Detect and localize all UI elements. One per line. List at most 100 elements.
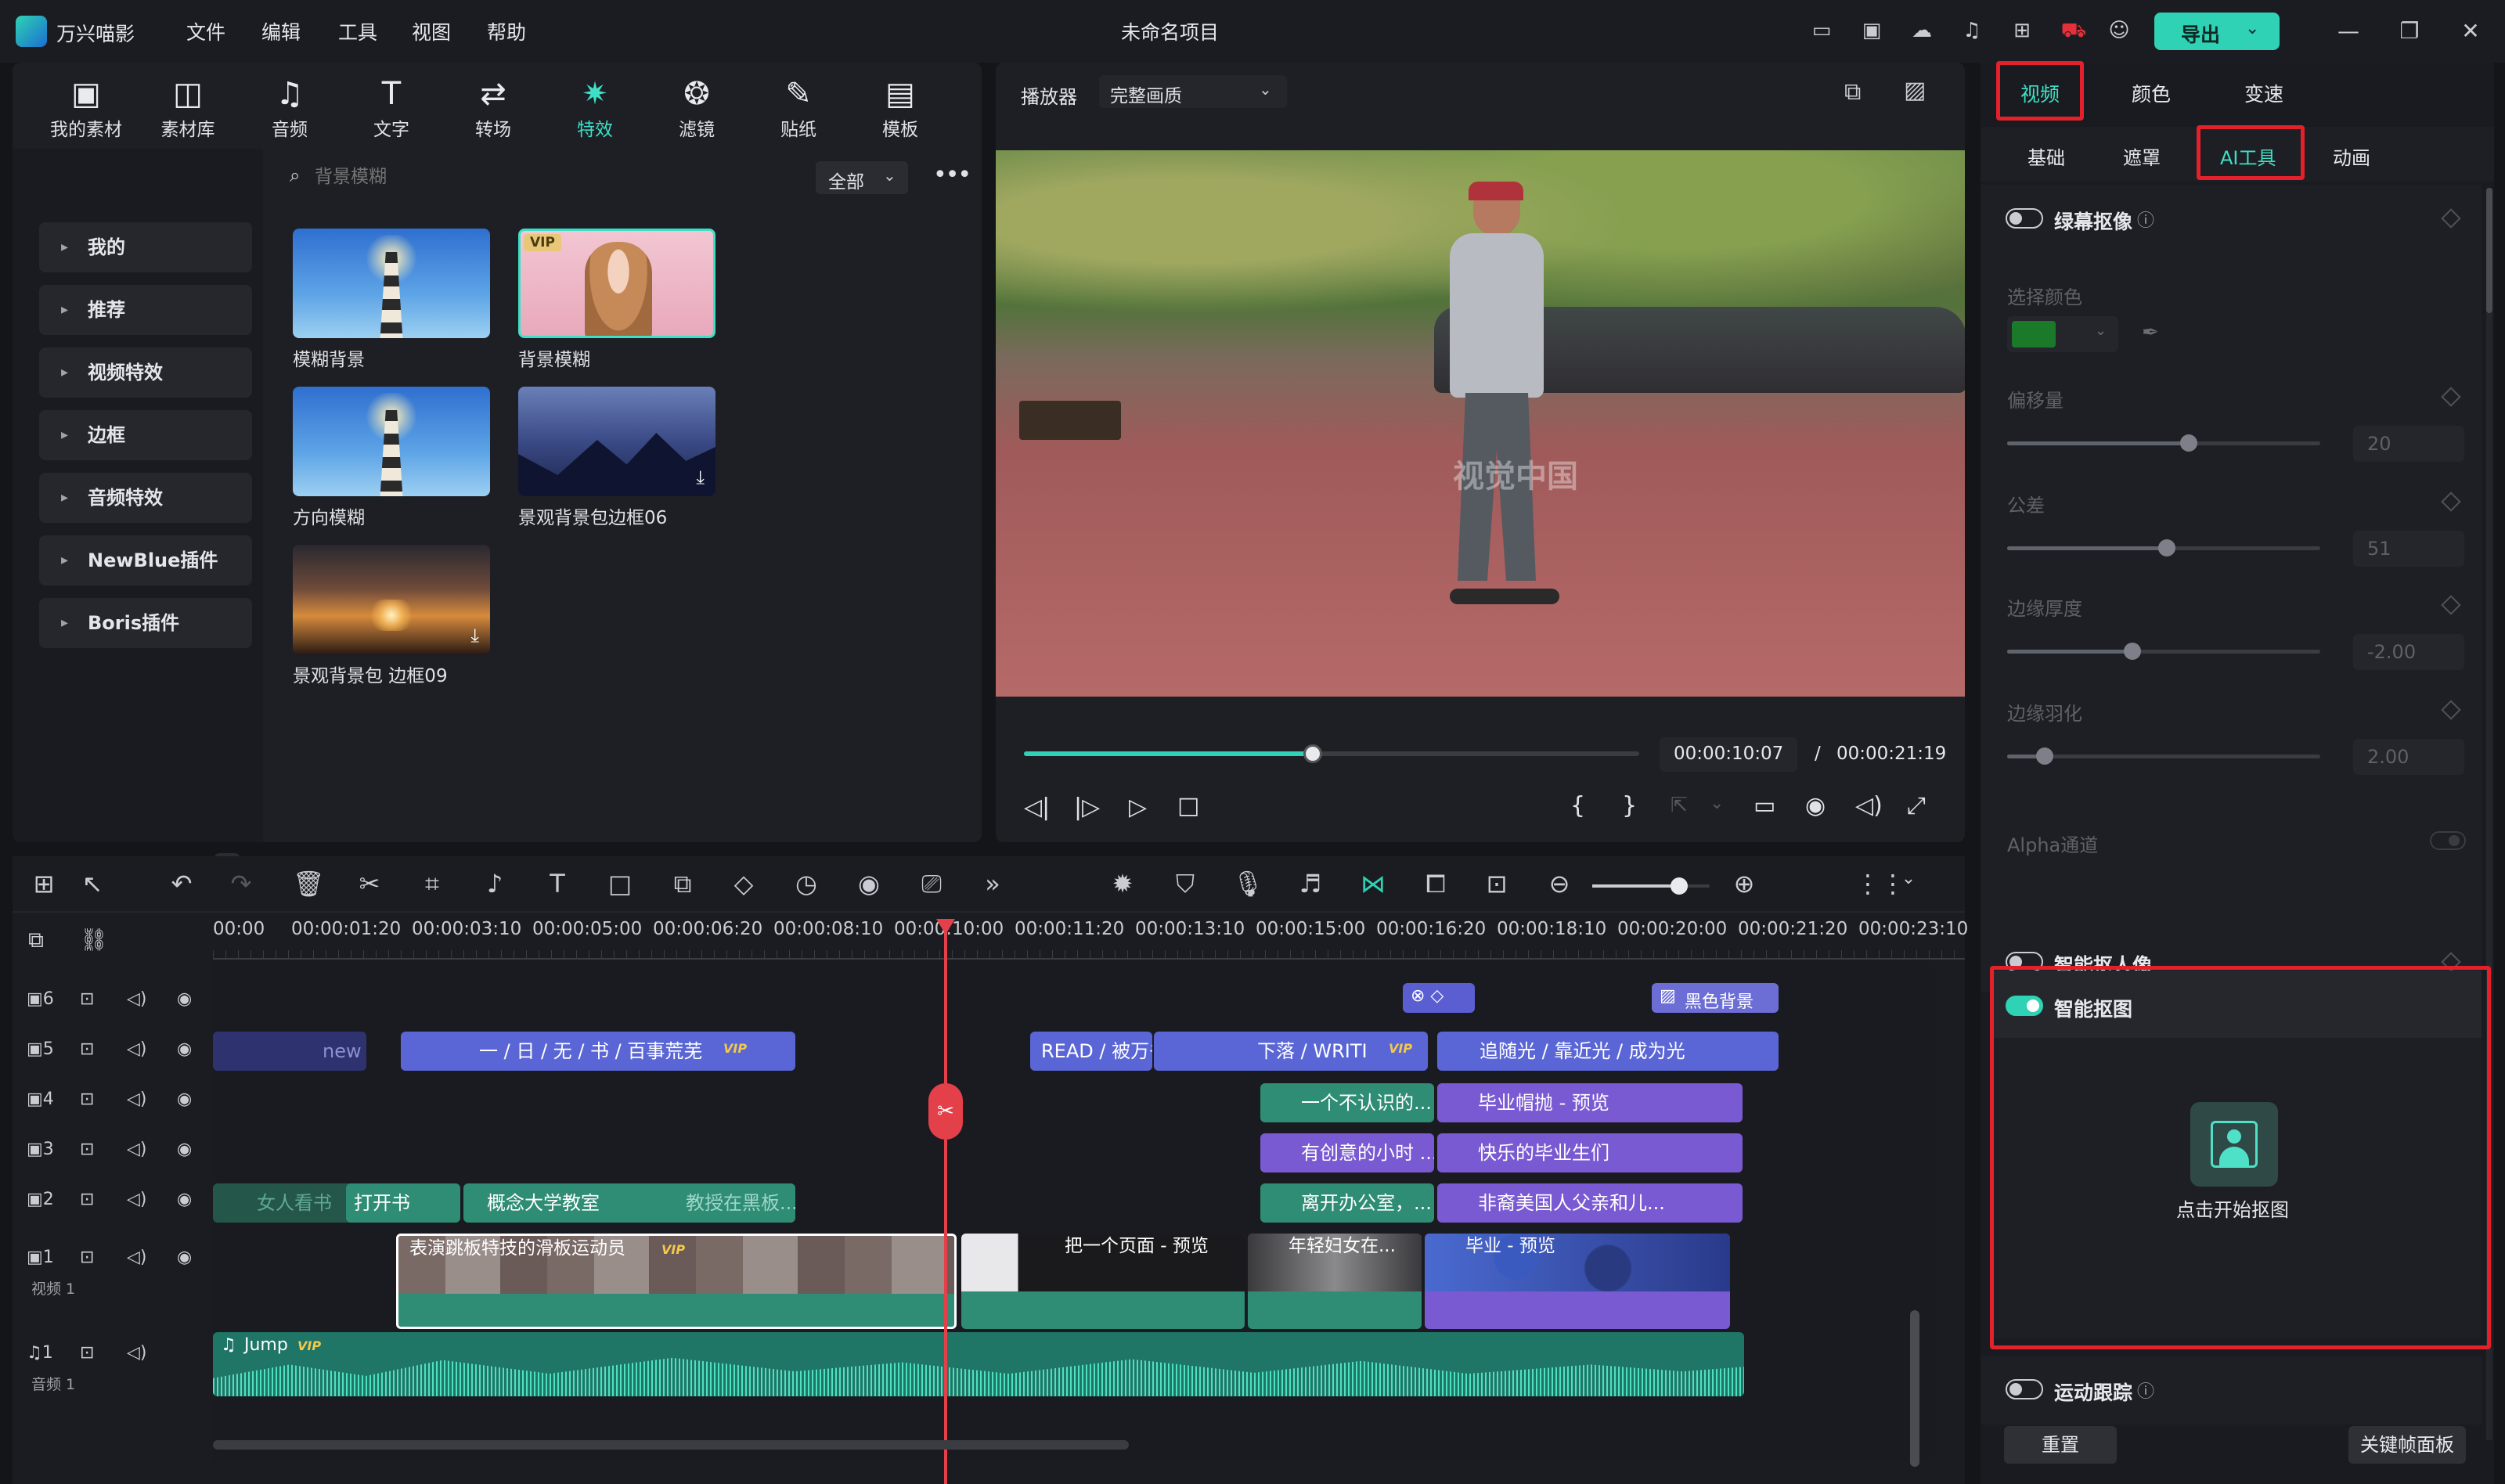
screen-icon[interactable]: ⎚	[916, 869, 947, 899]
volume-icon[interactable]: ◁)	[127, 989, 147, 1009]
play-icon[interactable]: ▷	[1129, 794, 1147, 821]
tab-text[interactable]: T 文字	[344, 77, 438, 141]
tab-stock-media[interactable]: ◫ 素材库	[141, 77, 235, 141]
tab-stickers[interactable]: ✎ 贴纸	[752, 77, 845, 141]
tolerance-slider[interactable]	[2007, 539, 2320, 556]
category-mine[interactable]: 我的	[39, 222, 252, 272]
marker-icon[interactable]: ⛉	[1170, 869, 1201, 899]
vertical-scrollbar[interactable]	[1910, 1310, 1919, 1467]
menu-edit[interactable]: 编辑	[261, 17, 301, 45]
offset-value[interactable]: 20	[2353, 426, 2464, 462]
tab-transitions[interactable]: ⇄ 转场	[446, 77, 540, 141]
clip-skateboarder-main[interactable]: 表演跳板特技的滑板运动员 VIP	[396, 1234, 957, 1329]
menu-tools[interactable]: 工具	[338, 17, 377, 45]
reset-button[interactable]: 重置	[2004, 1426, 2117, 1464]
clip-graduation[interactable]: 毕业 - 预览	[1425, 1234, 1730, 1329]
clip-black-background[interactable]: ▨ 黑色背景	[1652, 983, 1779, 1013]
effect-thumb-directional-blur[interactable]	[293, 387, 490, 496]
lock-icon[interactable]: ⊡	[80, 1248, 94, 1267]
quality-dropdown[interactable]: 完整画质 ⌄	[1099, 75, 1287, 108]
undo-icon[interactable]: ↶	[166, 869, 197, 899]
prev-frame-icon[interactable]: ◁|	[1024, 794, 1050, 821]
camera-icon[interactable]: ◉	[1805, 792, 1826, 819]
save-icon[interactable]: ▣	[1858, 17, 1885, 44]
effect-thumb-landscape-border-06[interactable]: ⤓	[518, 387, 715, 496]
select-cursor-icon[interactable]: ↖	[77, 869, 108, 899]
eyedropper-icon[interactable]: ✒	[2142, 321, 2159, 344]
split-scissors-icon[interactable]: ✂	[928, 1083, 963, 1140]
download-icon[interactable]: ⤓	[470, 625, 479, 647]
zoom-slider[interactable]	[1592, 877, 1710, 895]
edge-thickness-value[interactable]: -2.00	[2353, 634, 2464, 670]
more-tools-icon[interactable]: »	[977, 869, 1008, 899]
effect-thumb-blur-background[interactable]	[293, 229, 490, 338]
lock-icon[interactable]: ⊡	[80, 1140, 94, 1159]
chevron-down-icon[interactable]: ⌄	[1710, 794, 1724, 813]
restore-icon[interactable]: ❐	[2394, 16, 2425, 47]
mask-icon[interactable]: ◇	[728, 869, 759, 899]
eye-icon[interactable]: ◉	[177, 1090, 192, 1109]
shape-icon[interactable]: □	[604, 869, 636, 899]
clip-graduation-cap[interactable]: 毕业帽抛 - 预览	[1437, 1083, 1743, 1122]
tab-audio[interactable]: ♫ 音频	[243, 77, 337, 141]
add-track-icon[interactable]: ⧉	[28, 927, 44, 953]
category-boris[interactable]: Boris插件	[39, 598, 252, 648]
filter-dropdown[interactable]: 全部 ⌄	[816, 161, 908, 194]
clip-title-new-sem[interactable]: new sem	[213, 1032, 366, 1071]
clip-happy-graduates[interactable]: 快乐的毕业生们	[1437, 1133, 1743, 1172]
layout-icon[interactable]: ⊞	[28, 869, 59, 899]
color-palette-icon[interactable]: ◉	[853, 869, 885, 899]
chevron-down-icon[interactable]: ⌄	[1893, 869, 1924, 888]
zoom-in-icon[interactable]: ⊕	[1728, 869, 1760, 899]
snap-icon[interactable]: ⋈	[1357, 869, 1389, 899]
menu-view[interactable]: 视图	[412, 17, 451, 45]
help-icon[interactable]: ⓘ	[2137, 207, 2154, 232]
category-audio-effects[interactable]: 音频特效	[39, 473, 252, 523]
volume-icon[interactable]: ◁)	[1855, 792, 1883, 819]
zoom-out-icon[interactable]: ⊖	[1544, 869, 1575, 899]
user-icon[interactable]: ☺	[2106, 17, 2132, 44]
clip-title-read[interactable]: READ / 被万书	[1030, 1032, 1152, 1071]
keyframe-panel-button[interactable]: 关键帧面板	[2348, 1426, 2466, 1464]
tab-filters[interactable]: ❂ 滤镜	[650, 77, 744, 141]
playback-progress[interactable]	[1024, 744, 1639, 763]
lock-icon[interactable]: ⊡	[80, 989, 94, 1009]
motion-tracking-toggle[interactable]	[2006, 1379, 2043, 1399]
menu-help[interactable]: 帮助	[487, 17, 526, 45]
top-tab-color[interactable]: 颜色	[2107, 63, 2195, 119]
clip-stranger[interactable]: 一个不认识的...	[1260, 1083, 1434, 1122]
sub-tab-basic[interactable]: 基础	[2027, 142, 2065, 170]
mark-out-icon[interactable]: }	[1622, 792, 1637, 819]
track-options-icon[interactable]: ⋮⋮	[1855, 869, 1905, 899]
chevron-down-icon[interactable]: ⌄	[2245, 19, 2259, 38]
speed-icon[interactable]: ◷	[791, 869, 822, 899]
link-icon[interactable]: ⛓	[80, 927, 108, 953]
eye-icon[interactable]: ◉	[177, 1039, 192, 1059]
redo-icon[interactable]: ↷	[225, 869, 257, 899]
clip-african-american-father[interactable]: 非裔美国人父亲和儿...	[1437, 1183, 1743, 1223]
monitor-icon[interactable]: ▭	[1808, 17, 1835, 44]
minimize-icon[interactable]: —	[2333, 16, 2364, 47]
fullscreen-icon[interactable]: ⤢	[1907, 792, 1926, 819]
display-icon[interactable]: ▭	[1754, 792, 1775, 819]
top-tab-speed[interactable]: 变速	[2220, 63, 2308, 119]
pip-icon[interactable]: ⧠	[1420, 869, 1451, 899]
clip-turn-page[interactable]: 把一个页面 - 预览	[961, 1234, 1245, 1329]
clip-professor-blackboard[interactable]: 教授在黑板...	[639, 1183, 795, 1223]
fit-icon[interactable]: ⊡	[1481, 869, 1512, 899]
playhead[interactable]: ✂	[928, 919, 963, 1484]
edge-thickness-slider[interactable]	[2007, 643, 2320, 660]
headset-icon[interactable]: ♫	[1959, 17, 1985, 44]
search-input[interactable]	[315, 163, 683, 191]
split-scissors-icon[interactable]: ✂	[354, 869, 385, 899]
edge-feather-slider[interactable]	[2007, 747, 2320, 765]
stop-icon[interactable]: □	[1177, 792, 1199, 819]
clip-title-one-day[interactable]: 一 / 日 / 无 / 书 / 百事荒芜 VIP	[401, 1032, 795, 1071]
clip-title-follow-light[interactable]: 追随光 / 靠近光 / 成为光	[1437, 1032, 1779, 1071]
volume-icon[interactable]: ◁)	[127, 1039, 147, 1059]
snapshot-compare-icon[interactable]: ⧉	[1844, 78, 1861, 106]
effect-thumb-background-blur[interactable]: VIP	[518, 229, 715, 338]
category-video-effects[interactable]: 视频特效	[39, 348, 252, 398]
microphone-icon[interactable]: 🎙︎	[1232, 869, 1264, 899]
apps-grid-icon[interactable]: ⊞	[2009, 17, 2035, 44]
